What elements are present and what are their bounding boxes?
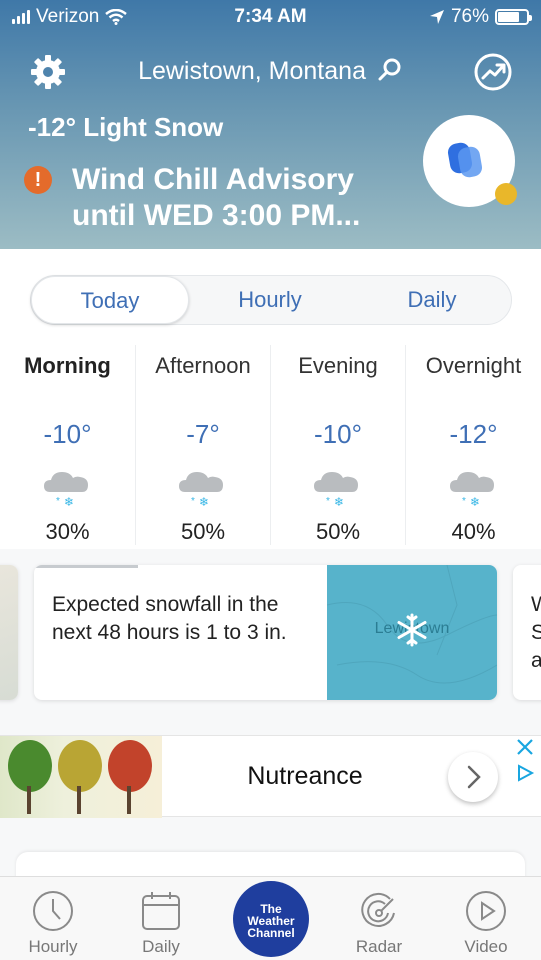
alert-icon: !: [24, 166, 52, 194]
nav-label: Daily: [142, 937, 180, 956]
calendar-icon: [142, 892, 180, 930]
day-periods: Morning -10° * ❄ 30% Afternoon -7° * ❄ 50%…: [0, 345, 541, 545]
tab-today[interactable]: Today: [31, 276, 189, 324]
period-name: Afternoon: [155, 353, 251, 378]
ad-title: Nutreance: [247, 762, 363, 790]
notification-dot: [495, 183, 517, 205]
brand-text: The Weather Channel: [247, 902, 295, 940]
assistant-avatar[interactable]: [423, 115, 517, 207]
next-card-peek[interactable]: W S a: [513, 565, 541, 700]
nav-video[interactable]: Video: [436, 877, 536, 957]
forecast-tabs: Today Hourly Daily: [30, 275, 512, 325]
previous-card-peek[interactable]: [0, 565, 18, 700]
svg-text:*: *: [462, 496, 466, 507]
ad-choices-icon[interactable]: [515, 763, 535, 783]
next-card-text: W S a: [531, 593, 541, 672]
ad-image: [0, 736, 162, 818]
period-overnight[interactable]: Overnight -12° * ❄ 40%: [405, 345, 541, 545]
svg-text:*: *: [326, 496, 330, 507]
radar-icon: [361, 892, 395, 927]
svg-text:*: *: [191, 496, 195, 507]
header: Verizon 7:34 AM 76% Lewistown, Montana -…: [0, 0, 541, 249]
battery-icon: [495, 9, 532, 25]
snowfall-text: Expected snowfall in the next 48 hours i…: [52, 593, 287, 644]
clock-icon: [33, 891, 73, 931]
period-evening[interactable]: Evening -10° * ❄ 50%: [270, 345, 405, 545]
alert-text: Wind Chill Advisory until WED 3:00 PM...: [72, 163, 361, 232]
precip-chance: 50%: [315, 519, 361, 544]
current-conditions: -12° Light Snow: [28, 112, 224, 142]
location-arrow-icon: [429, 10, 444, 24]
tab-hourly[interactable]: Hourly: [189, 276, 351, 324]
period-name: Morning: [24, 353, 111, 378]
period-morning[interactable]: Morning -10° * ❄ 30%: [0, 345, 135, 545]
search-icon: [378, 58, 401, 81]
precip-chance: 30%: [45, 519, 90, 544]
snowfall-card[interactable]: Expected snowfall in the next 48 hours i…: [34, 565, 497, 700]
precip-chance: 40%: [451, 519, 496, 544]
nav-label: Hourly: [28, 937, 78, 956]
svg-text:❄: ❄: [334, 495, 344, 508]
snow-cloud-icon: * ❄: [43, 472, 88, 509]
nav-daily[interactable]: Daily: [111, 877, 211, 957]
battery-percent: 76%: [450, 6, 489, 27]
snow-cloud-icon: * ❄: [179, 472, 223, 509]
weather-alert[interactable]: ! Wind Chill Advisory until WED 3:00 PM.…: [24, 162, 360, 234]
tab-daily[interactable]: Daily: [351, 276, 513, 324]
svg-text:❄: ❄: [64, 495, 74, 508]
chevron-right-icon: [467, 765, 481, 789]
snow-cloud-icon: * ❄: [314, 472, 358, 509]
play-icon: [466, 891, 506, 931]
location-name: Lewistown, Montana: [138, 57, 366, 85]
period-afternoon[interactable]: Afternoon -7° * ❄ 50%: [135, 345, 270, 545]
snow-cloud-icon: * ❄: [449, 472, 494, 509]
period-name: Evening: [298, 353, 378, 378]
svg-text:❄: ❄: [199, 495, 209, 508]
svg-text:*: *: [56, 496, 60, 507]
svg-text:❄: ❄: [470, 495, 480, 508]
snowfall-map: Lewistown: [327, 565, 497, 700]
nav-radar[interactable]: Radar: [329, 877, 429, 957]
nav-label: Radar: [355, 937, 403, 956]
location-selector[interactable]: Lewistown, Montana: [0, 57, 541, 86]
ad-close-icon[interactable]: [515, 737, 535, 757]
trend-share-icon[interactable]: [473, 52, 513, 92]
precip-chance: 50%: [180, 519, 226, 544]
snowflake-icon: [397, 613, 427, 647]
period-temp: -7°: [186, 419, 220, 449]
status-bar: Verizon 7:34 AM 76%: [0, 6, 541, 30]
nav-hourly[interactable]: Hourly: [3, 877, 103, 957]
weather-channel-logo[interactable]: The Weather Channel: [233, 881, 309, 957]
ad-arrow-button[interactable]: [448, 752, 498, 802]
period-temp: -10°: [314, 419, 362, 449]
nav-label: Video: [464, 937, 508, 956]
period-temp: -10°: [43, 419, 92, 449]
period-name: Overnight: [425, 353, 522, 378]
card-progress: [34, 565, 138, 568]
period-temp: -12°: [449, 419, 498, 449]
